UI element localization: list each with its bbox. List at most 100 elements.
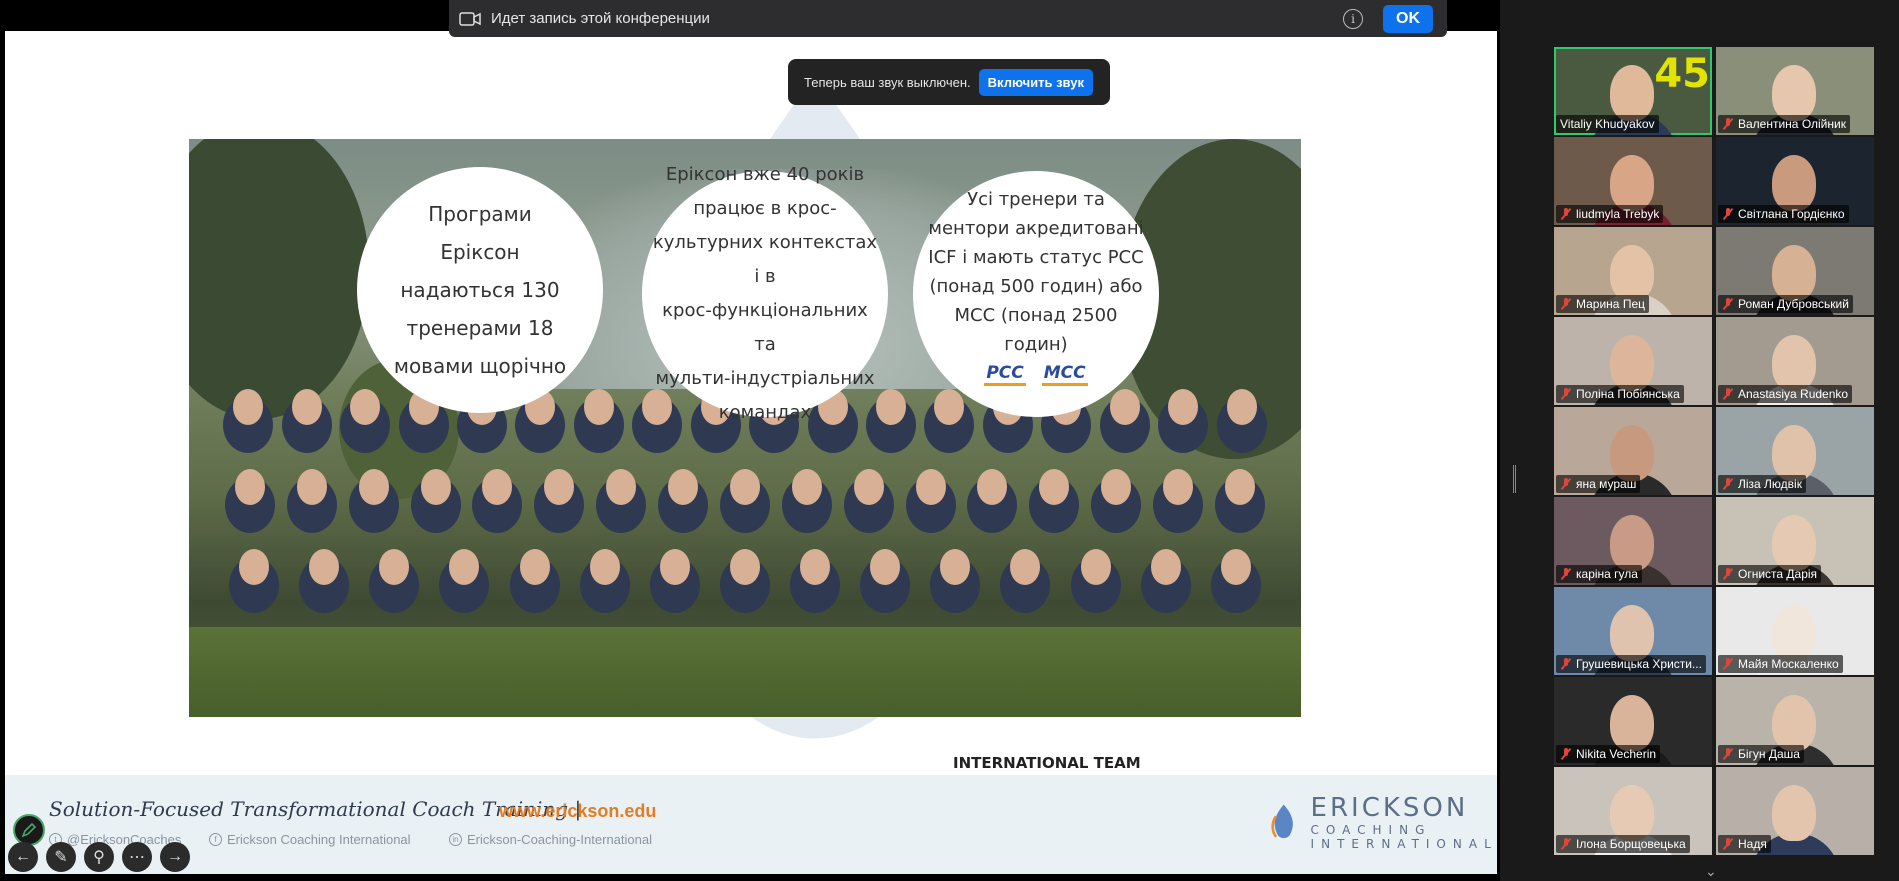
participant-tile[interactable]: Ліза Людвік bbox=[1716, 407, 1874, 495]
participant-gallery: 45 Vitaliy Khudyakov Валентина Олійник liud… bbox=[1500, 0, 1899, 881]
participant-video-face bbox=[1772, 605, 1816, 661]
participant-name: liudmyla Trebyk bbox=[1576, 207, 1660, 221]
participant-video-face bbox=[1610, 245, 1654, 301]
mic-muted-icon bbox=[1722, 838, 1734, 850]
recording-camera-icon bbox=[459, 11, 481, 26]
logo-line2: COACHING INTERNATIONAL bbox=[1310, 823, 1498, 851]
mcc-logo: MCC bbox=[1041, 363, 1088, 386]
shared-screen: Програми Еріксон надаються 130 тренерами… bbox=[0, 0, 1500, 881]
participant-nametag: каріна гула bbox=[1556, 565, 1642, 583]
facebook-icon: f bbox=[209, 833, 222, 846]
participant-tile[interactable]: Бігун Даша bbox=[1716, 677, 1874, 765]
participant-nametag: Роман Дубровський bbox=[1718, 295, 1853, 313]
gallery-scroll-down-icon[interactable]: ⌄ bbox=[1705, 863, 1717, 880]
mic-muted-icon bbox=[1722, 388, 1734, 400]
mic-muted-icon bbox=[1722, 298, 1734, 310]
info-icon[interactable]: i bbox=[1343, 8, 1363, 29]
bubble-experience-text: Еріксон вже 40 років працює в крос- куль… bbox=[652, 164, 878, 423]
participant-nametag: Надя bbox=[1718, 835, 1771, 853]
participant-tile[interactable]: Огниста Дарія bbox=[1716, 497, 1874, 585]
participant-name: каріна гула bbox=[1576, 567, 1638, 581]
mic-muted-icon bbox=[1560, 478, 1572, 490]
panel-resize-handle[interactable] bbox=[1513, 465, 1516, 493]
mic-muted-icon bbox=[1560, 838, 1572, 850]
participant-video-face bbox=[1610, 155, 1654, 211]
mic-muted-icon bbox=[1722, 478, 1734, 490]
mic-muted-icon bbox=[1722, 748, 1734, 760]
mic-muted-icon bbox=[1560, 208, 1572, 220]
zoom-button[interactable]: ⚲ bbox=[84, 842, 114, 872]
footer-facebook-name: Erickson Coaching International bbox=[227, 832, 411, 847]
participant-nametag: Марина Пец bbox=[1556, 295, 1649, 313]
mic-muted-icon bbox=[1722, 118, 1734, 130]
participant-nametag: яна мураш bbox=[1556, 475, 1641, 493]
participant-tile[interactable]: Світлана Гордієнко bbox=[1716, 137, 1874, 225]
erickson-logo: ERICKSON COACHING INTERNATIONAL bbox=[1267, 793, 1516, 851]
presentation-slide: Програми Еріксон надаються 130 тренерами… bbox=[5, 31, 1497, 874]
pcc-logo: PCC bbox=[984, 363, 1026, 386]
participant-video-face bbox=[1610, 695, 1654, 751]
participant-name: Ліза Людвік bbox=[1738, 477, 1802, 491]
participant-tile[interactable]: Nikita Vecherin bbox=[1554, 677, 1712, 765]
footer-url: www.erickson.edu bbox=[499, 801, 657, 821]
participant-name: Грушевицька Христи... bbox=[1576, 657, 1702, 671]
participant-tile[interactable]: 45 Vitaliy Khudyakov bbox=[1554, 47, 1712, 135]
participant-video-face bbox=[1772, 695, 1816, 751]
participant-nametag: Валентина Олійник bbox=[1718, 115, 1850, 133]
participant-name: Огниста Дарія bbox=[1738, 567, 1818, 581]
mic-muted-icon bbox=[1722, 208, 1734, 220]
bubble-accreditation: Усі тренери та ментори акредитовані ICF … bbox=[913, 171, 1159, 417]
participant-name: Поліна Побіянська bbox=[1576, 387, 1680, 401]
participant-nametag: Anastasiya Rudenko bbox=[1718, 385, 1853, 403]
participant-video-face bbox=[1772, 425, 1816, 481]
participant-tile[interactable]: liudmyla Trebyk bbox=[1554, 137, 1712, 225]
participant-tile[interactable]: каріна гула bbox=[1554, 497, 1712, 585]
annotation-toolbar: ← ✎ ⚲ ⋯ → bbox=[8, 842, 190, 872]
mic-muted-icon bbox=[1722, 568, 1734, 580]
recording-text: Идет запись этой конференции bbox=[491, 10, 710, 27]
more-button[interactable]: ⋯ bbox=[122, 842, 152, 872]
mic-muted-icon bbox=[1560, 298, 1572, 310]
pencil-icon bbox=[21, 822, 37, 838]
ellipsis-icon: ⋯ bbox=[129, 849, 145, 866]
participant-tile[interactable]: Надя bbox=[1716, 767, 1874, 855]
participant-tile[interactable]: Валентина Олійник bbox=[1716, 47, 1874, 135]
participant-video-face bbox=[1772, 515, 1816, 571]
mic-muted-icon bbox=[1722, 658, 1734, 670]
participant-name: яна мураш bbox=[1576, 477, 1637, 491]
bubble-programs: Програми Еріксон надаються 130 тренерами… bbox=[357, 167, 603, 413]
participant-tile[interactable]: Поліна Побіянська bbox=[1554, 317, 1712, 405]
participant-video-face bbox=[1772, 335, 1816, 391]
participant-name: Ілона Борщовецька bbox=[1576, 837, 1686, 851]
tile-overlay-45: 45 bbox=[1654, 51, 1710, 97]
participant-tile[interactable]: Грушевицька Христи... bbox=[1554, 587, 1712, 675]
draw-button[interactable]: ✎ bbox=[46, 842, 76, 872]
participant-tile[interactable]: Марина Пец bbox=[1554, 227, 1712, 315]
mic-muted-icon bbox=[1560, 658, 1572, 670]
bubble-experience: Еріксон вже 40 років працює в крос- куль… bbox=[642, 164, 888, 423]
bubble-accreditation-text: Усі тренери та ментори акредитовані ICF … bbox=[928, 188, 1144, 355]
participant-name: Марина Пец bbox=[1576, 297, 1645, 311]
photo-caption: INTERNATIONAL TEAM bbox=[953, 754, 1141, 772]
video-tiles: 45 Vitaliy Khudyakov Валентина Олійник liud… bbox=[1554, 47, 1874, 855]
previous-slide-button[interactable]: ← bbox=[8, 842, 38, 872]
participant-video-face bbox=[1610, 335, 1654, 391]
mic-muted-icon bbox=[1560, 388, 1572, 400]
participant-name: Бігун Даша bbox=[1738, 747, 1800, 761]
footer-facebook: f Erickson Coaching International bbox=[209, 832, 411, 847]
recording-ok-button[interactable]: OK bbox=[1383, 4, 1433, 33]
participant-video-face bbox=[1772, 245, 1816, 301]
participant-nametag: Грушевицька Христи... bbox=[1556, 655, 1706, 673]
mute-notification: Теперь ваш звук выключен. Включить звук bbox=[788, 59, 1110, 105]
participant-tile[interactable]: Майя Москаленко bbox=[1716, 587, 1874, 675]
recording-banner: Идет запись этой конференции i OK bbox=[449, 0, 1447, 37]
slide-footer: Solution-Focused Transformational Coach … bbox=[5, 775, 1497, 874]
participant-tile[interactable]: яна мураш bbox=[1554, 407, 1712, 495]
participant-tile[interactable]: Anastasiya Rudenko bbox=[1716, 317, 1874, 405]
next-slide-button[interactable]: → bbox=[160, 842, 190, 872]
participant-tile[interactable]: Роман Дубровський bbox=[1716, 227, 1874, 315]
erickson-flame-icon bbox=[1271, 804, 1293, 839]
unmute-button[interactable]: Включить звук bbox=[978, 68, 1093, 96]
participant-tile[interactable]: Ілона Борщовецька bbox=[1554, 767, 1712, 855]
participant-nametag: Бігун Даша bbox=[1718, 745, 1804, 763]
